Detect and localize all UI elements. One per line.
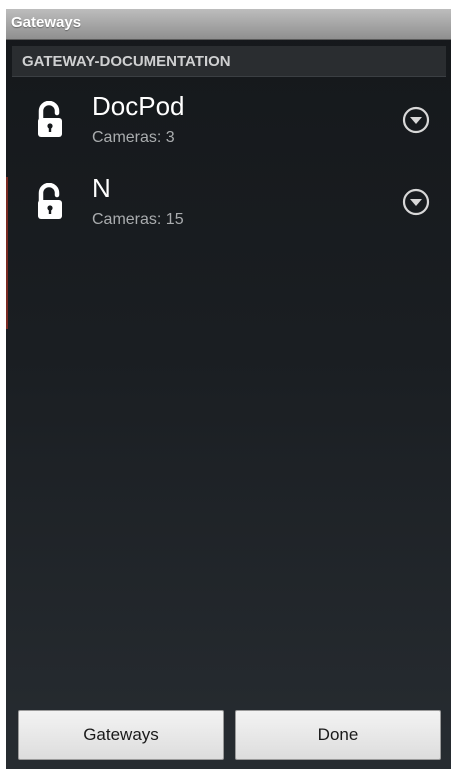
gateway-camera-count: Cameras: 15 <box>92 211 184 228</box>
gateways-button[interactable]: Gateways <box>18 710 224 760</box>
gateway-item-docpod[interactable]: DocPod Cameras: 3 <box>6 81 451 159</box>
gateway-camera-count: Cameras: 3 <box>92 129 175 146</box>
gateway-name: N <box>92 173 111 203</box>
gateway-item-n[interactable]: N Cameras: 15 <box>6 163 451 241</box>
section-header: GATEWAY-DOCUMENTATION <box>12 46 446 77</box>
section-title: GATEWAY-DOCUMENTATION <box>22 53 231 70</box>
title-bar: Gateways <box>6 9 451 40</box>
unlocked-padlock-icon <box>38 183 62 219</box>
window-title: Gateways <box>11 14 82 31</box>
gateway-name: DocPod <box>92 91 185 121</box>
chevron-down-circle-icon[interactable] <box>402 106 430 134</box>
done-button[interactable]: Done <box>235 710 441 760</box>
chevron-down-circle-icon[interactable] <box>402 188 430 216</box>
unlocked-padlock-icon <box>38 101 62 137</box>
gateways-screen: Gateways GATEWAY-DOCUMENTATION DocPod Ca… <box>6 9 451 769</box>
